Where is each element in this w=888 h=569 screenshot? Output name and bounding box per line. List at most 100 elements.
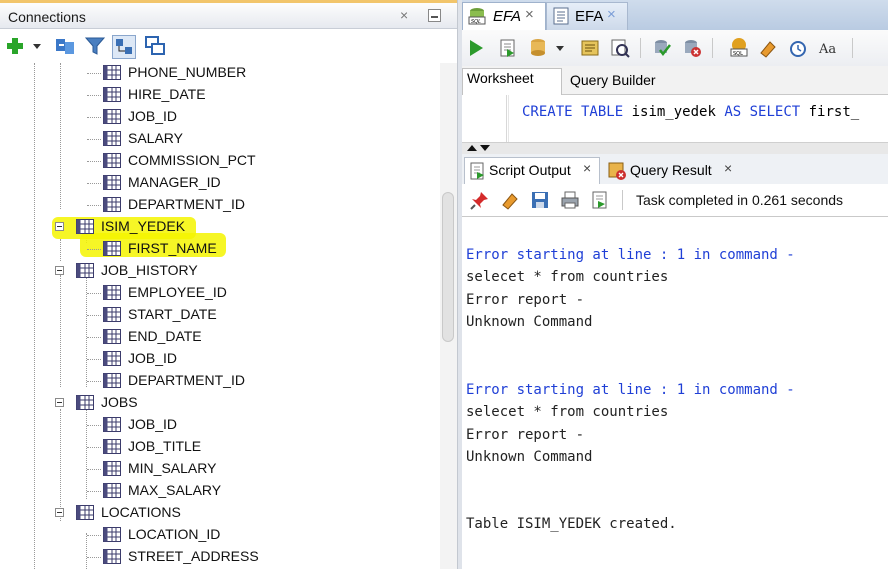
chevron-down-icon[interactable]	[30, 35, 44, 57]
clear-eraser-icon[interactable]	[758, 38, 778, 58]
script-output-area[interactable]: Error starting at line : 1 in command - s…	[462, 217, 888, 569]
add-connection-icon[interactable]	[4, 35, 26, 57]
close-icon[interactable]: ×	[583, 160, 591, 176]
database-icon[interactable]	[528, 38, 548, 58]
tree-connector	[87, 425, 101, 426]
svg-text:SQL: SQL	[733, 51, 743, 57]
tree-table-node[interactable]: JOBS	[0, 393, 430, 413]
tree-column-node[interactable]: MANAGER_ID	[0, 173, 430, 193]
tree-connector	[87, 381, 101, 382]
sql-identifier: first_	[800, 104, 860, 120]
tree-column-node[interactable]: LOCATION_ID	[0, 525, 430, 545]
column-icon	[103, 351, 121, 366]
tree-column-node[interactable]: COMMISSION_PCT	[0, 151, 430, 171]
tree-column-node[interactable]: JOB_ID	[0, 349, 430, 369]
output-toolbar: Task completed in 0.261 seconds	[462, 184, 888, 217]
explain-plan-icon[interactable]	[580, 38, 600, 58]
scrollbar-thumb[interactable]	[442, 192, 454, 342]
tree-column-node[interactable]: EMPLOYEE_ID	[0, 283, 430, 303]
task-status: Task completed in 0.261 seconds	[636, 192, 844, 208]
tree-node-label: EMPLOYEE_ID	[128, 284, 227, 300]
minimize-icon[interactable]	[428, 9, 441, 22]
sql-statement[interactable]: CREATE TABLE isim_yedek AS SELECT first_	[522, 104, 859, 120]
tree-column-node[interactable]: STREET_ADDRESS	[0, 547, 430, 567]
collapse-icon[interactable]	[55, 508, 64, 517]
tree-column-node[interactable]: MIN_SALARY	[0, 459, 430, 479]
svg-text:Aa: Aa	[818, 42, 836, 57]
tree-node-label: DEPARTMENT_ID	[128, 372, 245, 388]
tree-column-node[interactable]: END_DATE	[0, 327, 430, 347]
tab-script-output[interactable]: Script Output ×	[464, 157, 600, 184]
rollback-icon[interactable]	[682, 38, 702, 58]
tab-label: Script Output	[489, 162, 571, 178]
print-icon[interactable]	[560, 190, 580, 210]
connections-panel: Connections × PHONE_NUMBER HIRE_DATE JOB_I…	[0, 0, 457, 569]
run-script-icon[interactable]	[498, 38, 518, 58]
tree-table-node[interactable]: ISIM_YEDEK	[0, 217, 430, 237]
tree-column-node[interactable]: MAX_SALARY	[0, 481, 430, 501]
tree-column-node[interactable]: DEPARTMENT_ID	[0, 195, 430, 215]
commit-icon[interactable]	[652, 38, 672, 58]
connections-toolbar	[0, 29, 457, 63]
column-icon	[103, 109, 121, 124]
column-icon	[103, 175, 121, 190]
tree-table-node[interactable]: JOB_HISTORY	[0, 261, 430, 281]
tab-query-builder[interactable]: Query Builder	[570, 72, 656, 88]
history-clock-icon[interactable]	[788, 38, 808, 58]
tree-table-node[interactable]: LOCATIONS	[0, 503, 430, 523]
tree-connector	[87, 315, 101, 316]
chevron-down-icon[interactable]	[554, 38, 566, 58]
tab-label: EFA	[493, 8, 522, 25]
svg-text:SQL: SQL	[471, 19, 481, 25]
column-icon	[103, 329, 121, 344]
close-icon[interactable]: ×	[607, 6, 616, 23]
table-icon	[76, 219, 94, 234]
column-icon	[103, 549, 121, 564]
export-icon[interactable]	[590, 190, 610, 210]
tree-connector	[87, 535, 101, 536]
tree-column-node[interactable]: JOB_ID	[0, 107, 430, 127]
connections-tree: PHONE_NUMBER HIRE_DATE JOB_ID SALARY COMMISS…	[0, 63, 440, 569]
refresh-icon[interactable]	[54, 35, 76, 57]
tree-column-node[interactable]: HIRE_DATE	[0, 85, 430, 105]
close-icon[interactable]: ×	[525, 6, 534, 23]
tree-node-label: JOB_ID	[128, 350, 178, 366]
output-line: Error starting at line : 1 in command -	[466, 382, 795, 398]
run-icon[interactable]	[466, 38, 486, 58]
column-icon	[103, 241, 121, 256]
tree-node-label: JOB_TITLE	[128, 438, 202, 454]
close-icon[interactable]: ×	[400, 7, 408, 23]
save-icon[interactable]	[530, 190, 550, 210]
tree-node-label: JOBS	[101, 394, 138, 410]
editor-panel: SQL EFA × EFA × SQL Aa Worksheet Query B…	[462, 0, 888, 569]
tree-node-label: MIN_SALARY	[128, 460, 217, 476]
sql-editor[interactable]: CREATE TABLE isim_yedek AS SELECT first_	[462, 95, 888, 142]
tab-efa-document[interactable]: EFA ×	[546, 2, 628, 30]
tree-column-node[interactable]: START_DATE	[0, 305, 430, 325]
tab-worksheet-label[interactable]: Worksheet	[467, 70, 534, 86]
collapse-icon[interactable]	[55, 398, 64, 407]
windows-icon[interactable]	[144, 35, 166, 57]
tree-column-node[interactable]: JOB_ID	[0, 415, 430, 435]
tree-column-node[interactable]: FIRST_NAME	[0, 239, 430, 259]
format-text-icon[interactable]: Aa	[818, 38, 840, 58]
collapse-icon[interactable]	[55, 266, 64, 275]
tab-efa-worksheet[interactable]: SQL EFA ×	[462, 2, 546, 30]
filter-icon[interactable]	[84, 35, 106, 57]
collapse-icon[interactable]	[55, 222, 64, 231]
tree-column-node[interactable]: DEPARTMENT_ID	[0, 371, 430, 391]
schema-browser-icon[interactable]	[112, 35, 136, 59]
tree-column-node[interactable]: SALARY	[0, 129, 430, 149]
tab-query-result[interactable]: Query Result ×	[604, 157, 744, 184]
tree-column-node[interactable]: JOB_TITLE	[0, 437, 430, 457]
tree-node-label: LOCATIONS	[101, 504, 181, 520]
pin-icon[interactable]	[470, 190, 490, 210]
sql-keyword: AS SELECT	[724, 104, 801, 120]
close-icon[interactable]: ×	[724, 160, 732, 176]
sql-tuning-icon[interactable]: SQL	[728, 36, 750, 58]
autotrace-icon[interactable]	[610, 38, 630, 58]
clear-eraser-icon[interactable]	[500, 190, 520, 210]
splitter-arrows-icon[interactable]	[466, 143, 496, 153]
tree-node-label: JOB_HISTORY	[101, 262, 198, 278]
tree-column-node[interactable]: PHONE_NUMBER	[0, 63, 430, 83]
